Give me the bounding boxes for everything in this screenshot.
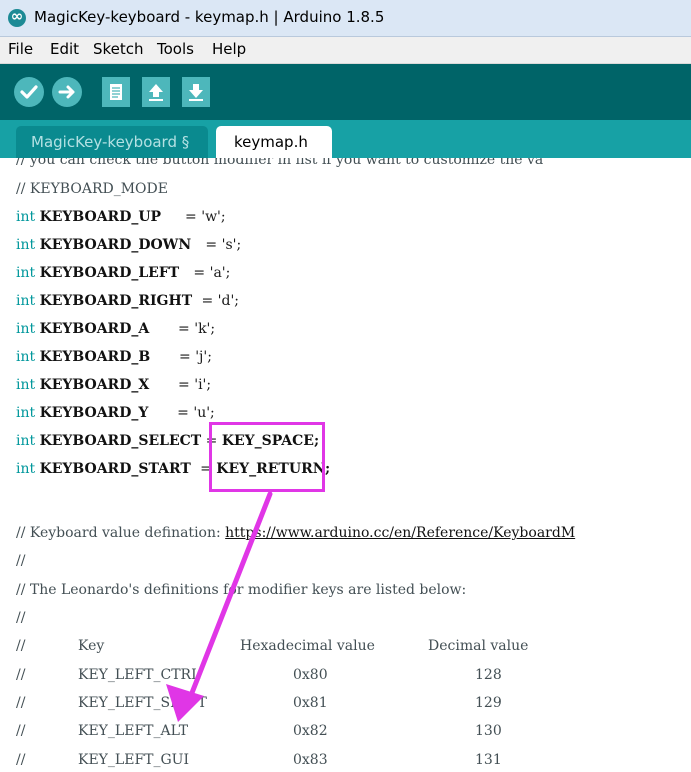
new-button[interactable] bbox=[102, 77, 130, 107]
toolbar bbox=[0, 64, 691, 120]
tab-magickey-keyboard[interactable]: MagicKey-keyboard § bbox=[16, 126, 208, 158]
save-button[interactable] bbox=[182, 77, 210, 107]
menu-tools[interactable]: Tools bbox=[157, 40, 194, 58]
menu-file[interactable]: File bbox=[8, 40, 33, 58]
arduino-logo-icon bbox=[8, 7, 26, 27]
upload-button[interactable] bbox=[52, 77, 82, 107]
new-file-icon bbox=[110, 84, 122, 100]
window-title: MagicKey-keyboard - keymap.h | Arduino 1… bbox=[34, 8, 385, 26]
arrow-right-icon bbox=[58, 85, 75, 99]
menu-help[interactable]: Help bbox=[212, 40, 246, 58]
menu-sketch[interactable]: Sketch bbox=[93, 40, 144, 58]
menu-edit[interactable]: Edit bbox=[50, 40, 79, 58]
arrow-up-icon bbox=[149, 84, 163, 101]
arrow-down-icon bbox=[189, 84, 203, 101]
arrow-annotation-icon bbox=[166, 491, 273, 722]
open-button[interactable] bbox=[142, 77, 170, 107]
verify-button[interactable] bbox=[14, 77, 44, 107]
menu-bar: File Edit Sketch Tools Help bbox=[0, 37, 691, 64]
tab-keymap[interactable]: keymap.h bbox=[216, 126, 332, 158]
title-bar: MagicKey-keyboard - keymap.h | Arduino 1… bbox=[0, 0, 691, 37]
code-editor[interactable]: // you can check the button modifier in … bbox=[0, 158, 691, 772]
check-icon bbox=[20, 85, 38, 99]
tab-strip: MagicKey-keyboard § keymap.h bbox=[0, 120, 691, 158]
